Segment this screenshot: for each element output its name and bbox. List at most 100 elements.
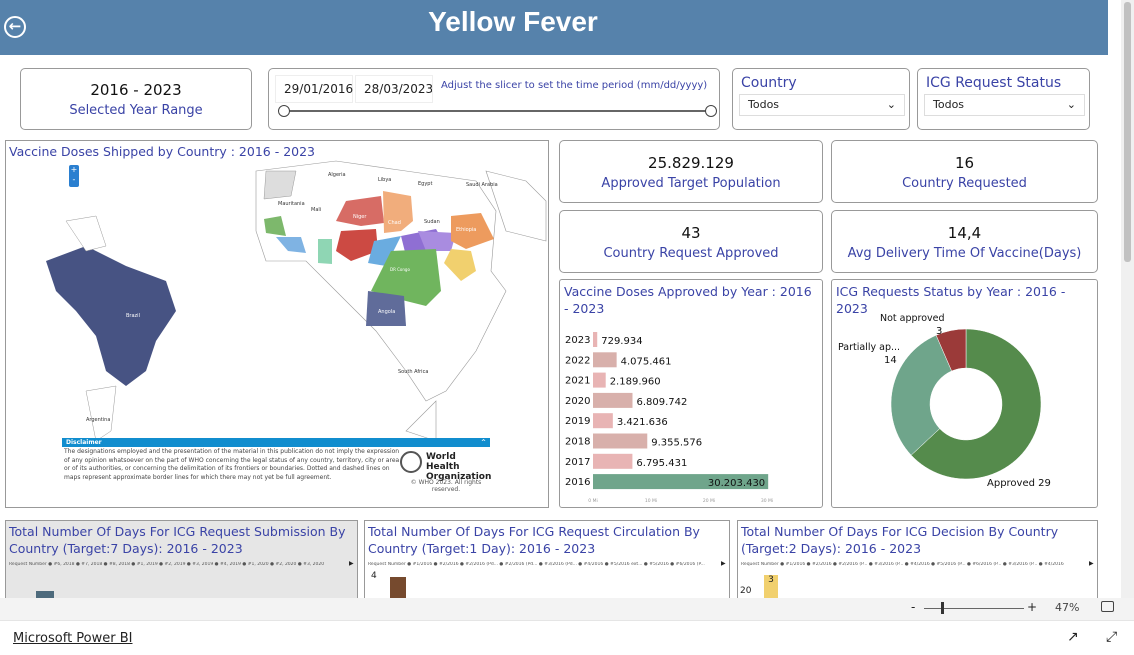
page-title: Yellow Fever <box>428 6 598 37</box>
kpi-avg-delivery: 14,4 Avg Delivery Time Of Vaccine(Days) <box>831 210 1098 273</box>
slider-track[interactable] <box>285 110 711 112</box>
year-range-card: 2016 - 2023 Selected Year Range <box>20 68 252 130</box>
kpi-value: 43 <box>681 224 701 242</box>
submission-days-chart: Total Number Of Days For ICG Request Sub… <box>5 520 358 600</box>
axis-label: 20 <box>740 586 752 596</box>
map-label: Argentina <box>86 417 110 423</box>
category-label: 2023 <box>565 335 590 346</box>
kpi-value: 14,4 <box>947 224 982 242</box>
chart-legend: Request Number ● #1/2016 ● #2/2016 ● #2/… <box>368 562 705 567</box>
bar[interactable] <box>390 577 406 599</box>
data-label: 9.355.576 <box>651 438 702 449</box>
fullscreen-icon[interactable]: ⤢ <box>1106 629 1117 645</box>
slice-value: 3 <box>936 326 942 337</box>
year-range-value: 2016 - 2023 <box>90 81 182 99</box>
map-panel: Vaccine Doses Shipped by Country : 2016 … <box>5 140 549 508</box>
country-filter: Country Todos ⌄ <box>732 68 910 130</box>
map-label: Ethiopia <box>456 227 476 233</box>
category-label: 2017 <box>565 457 590 468</box>
chart-legend: Request Number ● #1/2016 ● #2/2016 ● #2/… <box>741 562 1064 567</box>
disclaimer-text: The designations employed and the presen… <box>64 448 400 481</box>
who-copyright: © WHO 2023. All rights reserved. <box>410 479 482 493</box>
map-label: Saudi Arabia <box>466 182 498 188</box>
status-dropdown[interactable]: Todos ⌄ <box>924 94 1085 116</box>
donut-chart-plot: Approved 29 Partially ap... 14 Not approved… <box>838 313 1051 489</box>
zoom-slider-handle[interactable] <box>941 602 944 614</box>
kpi-value: 25.829.129 <box>648 154 734 172</box>
data-label: 729.934 <box>601 336 642 347</box>
data-label: 6.795.431 <box>636 458 687 469</box>
scrollbar-thumb[interactable] <box>1124 2 1131 262</box>
start-date-input[interactable]: 29/01/2016 <box>275 75 353 103</box>
kpi-label: Country Requested <box>902 176 1027 191</box>
slicer-hint: Adjust the slicer to set the time period… <box>441 80 708 91</box>
year-range-label: Selected Year Range <box>69 103 203 118</box>
zoom-slider[interactable] <box>924 608 1024 609</box>
map-label: Mali <box>311 207 321 213</box>
chart-title: Total Number Of Days For ICG Decision By… <box>741 524 1059 556</box>
status-filter: ICG Request Status Todos ⌄ <box>917 68 1090 130</box>
data-label: 30.203.430 <box>708 478 765 489</box>
bar <box>593 392 633 408</box>
legend-next-icon[interactable]: ▶ <box>349 560 354 567</box>
kpi-country-requested: 16 Country Requested <box>831 140 1098 203</box>
slice-value: 14 <box>884 355 897 366</box>
status-dropdown-value: Todos <box>933 98 965 111</box>
map-label: Libya <box>378 177 391 183</box>
legend-next-icon[interactable]: ▶ <box>721 560 726 567</box>
kpi-request-approved: 43 Country Request Approved <box>559 210 823 273</box>
category-label: 2018 <box>565 437 590 448</box>
map-region-ghana <box>318 239 332 264</box>
end-date-input[interactable]: 28/03/2023 <box>355 75 433 103</box>
zoom-bar: - + 47% <box>0 598 1134 620</box>
map-label: Angola <box>378 309 395 315</box>
zoom-in-button[interactable]: + <box>1027 600 1037 614</box>
map-label: DR Congo <box>390 267 410 272</box>
circulation-days-chart: Total Number Of Days For ICG Request Cir… <box>364 520 730 600</box>
x-tick-label: 10 Mi <box>645 498 657 504</box>
icg-status-chart: ICG Requests Status by Year : 2016 - 202… <box>831 279 1098 508</box>
category-label: 2020 <box>565 396 590 407</box>
bar <box>593 433 648 449</box>
axis-label: 4 <box>371 571 377 581</box>
country-filter-label: Country <box>741 75 797 91</box>
zoom-out-button[interactable]: - <box>911 600 915 614</box>
disclaimer-header[interactable]: Disclaimer ^ <box>62 438 490 447</box>
legend-next-icon[interactable]: ▶ <box>1089 560 1094 567</box>
fit-to-page-icon[interactable] <box>1101 601 1114 612</box>
country-dropdown-value: Todos <box>748 98 780 111</box>
who-logo-icon <box>400 451 422 473</box>
slice-label: Approved 29 <box>987 478 1051 489</box>
chart-legend: Request Number ● #6, 2018 ● #7, 2018 ● #… <box>9 562 325 567</box>
map-label: South Africa <box>398 369 428 375</box>
map-region-brazil <box>46 246 176 386</box>
bar-chart-plot: 2023 729.934 2022 4.075.461 2021 2.189.960 202… <box>565 332 773 504</box>
slider-end-handle[interactable] <box>705 105 717 117</box>
share-icon[interactable]: ↗ <box>1067 629 1079 645</box>
map-region-mauritania <box>263 170 297 200</box>
category-label: 2021 <box>565 376 590 387</box>
powerbi-link[interactable]: Microsoft Power BI <box>13 631 132 646</box>
slice-label: Not approved <box>880 313 945 324</box>
zoom-level: 47% <box>1055 601 1080 614</box>
bar[interactable]: 3 <box>764 575 778 599</box>
kpi-label: Country Request Approved <box>603 246 779 261</box>
bar <box>593 372 606 388</box>
kpi-label: Avg Delivery Time Of Vaccine(Days) <box>847 246 1082 261</box>
category-label: 2022 <box>565 355 590 366</box>
chart-title: Total Number Of Days For ICG Request Sub… <box>9 524 346 556</box>
country-dropdown[interactable]: Todos ⌄ <box>739 94 905 116</box>
x-tick-label: 30 Mi <box>761 498 773 504</box>
doses-by-year-chart: Vaccine Doses Approved by Year : 2016 - … <box>559 279 823 508</box>
slider-start-handle[interactable] <box>278 105 290 117</box>
category-label: 2016 <box>565 477 590 488</box>
decision-days-chart: Total Number Of Days For ICG Decision By… <box>737 520 1098 600</box>
bar <box>593 352 617 368</box>
map-label: Mauritania <box>278 201 305 207</box>
category-label: 2019 <box>565 416 590 427</box>
chevron-down-icon: ⌄ <box>1066 98 1076 111</box>
data-label: 6.809.742 <box>636 397 687 408</box>
map-label: Niger <box>353 214 367 220</box>
bar <box>593 453 633 469</box>
kpi-value: 16 <box>954 154 975 172</box>
